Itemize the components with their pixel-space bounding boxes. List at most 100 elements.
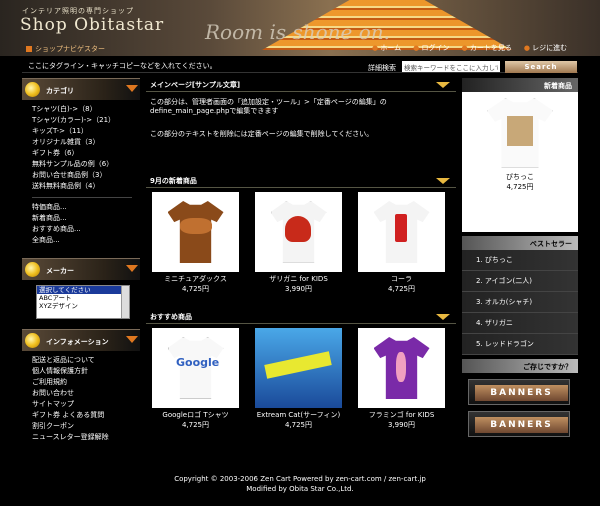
shop-logo[interactable]: Shop Obitastar <box>20 15 164 35</box>
category-item[interactable]: オリジナル雑貨（3） <box>32 137 140 148</box>
info-item[interactable]: サイトマップ <box>32 399 140 410</box>
new-products-row: ミニチュアダックス 4,725円 ザリガニ for KIDS 3,990円 コー… <box>146 188 456 310</box>
category-item[interactable]: 無料サンプル品の例（6） <box>32 159 140 170</box>
product-image[interactable] <box>255 192 342 272</box>
google-logo: Google <box>176 356 220 369</box>
scrollbar[interactable] <box>121 286 129 318</box>
product-name[interactable]: コーラ <box>358 274 445 284</box>
info-item[interactable]: 配送と返品について <box>32 355 140 366</box>
product-image[interactable] <box>358 192 445 272</box>
search-button[interactable]: Search <box>505 61 577 73</box>
product-image[interactable] <box>152 192 239 272</box>
product-card[interactable]: ザリガニ for KIDS 3,990円 <box>255 192 342 310</box>
product-price: 3,990円 <box>284 285 313 293</box>
featured-row: Google Googleロゴ Tシャツ 4,725円 Extream Cat(… <box>146 324 456 430</box>
product-price: 4,725円 <box>181 285 210 293</box>
category-item[interactable]: お問い合せ商品例（3） <box>32 170 140 181</box>
category-item[interactable]: Tシャツ(カラー)->（21） <box>32 115 140 126</box>
new-products-title: 9月の新着商品 <box>150 177 197 185</box>
product-card[interactable]: Google Googleロゴ Tシャツ 4,725円 <box>152 328 239 430</box>
category-item[interactable]: ギフト券（6） <box>32 148 140 159</box>
main-page-text: この部分は、管理者画面の「追加設定・ツール」>「定番ページの編集」の defin… <box>146 92 456 174</box>
product-image[interactable]: Google <box>152 328 239 408</box>
top-nav: ホーム ログイン カートを見る レジに進む <box>372 43 567 53</box>
product-price: 4,725円 <box>284 421 313 429</box>
special-link[interactable]: 特価商品... <box>32 202 140 213</box>
orb-icon <box>25 333 40 348</box>
banner-label[interactable]: BANNERS <box>475 417 568 433</box>
bestseller-item[interactable]: 2. アイゴン(二人) <box>462 271 578 292</box>
copyright: Copyright © 2003-2006 Zen Cart Powered b… <box>174 475 426 483</box>
banner[interactable]: BANNERS <box>468 379 570 405</box>
bestseller-item[interactable]: 1. ぴちっこ <box>462 250 578 271</box>
maker-option[interactable]: XYZデザイン <box>37 302 129 310</box>
info-item[interactable]: ご利用規約 <box>32 377 140 388</box>
orb-icon <box>25 82 40 97</box>
all-products-link[interactable]: 全商品... <box>32 235 140 246</box>
arrow-down-icon <box>126 336 138 343</box>
arrow-down-icon <box>126 265 138 272</box>
product-price: 3,990円 <box>387 421 416 429</box>
product-name[interactable]: フラミンゴ for KIDS <box>358 410 445 420</box>
nav-checkout[interactable]: レジに進む <box>524 43 567 53</box>
product-name[interactable]: ザリガニ for KIDS <box>255 274 342 284</box>
category-title: カテゴリ <box>46 87 74 95</box>
advanced-search-link[interactable]: 詳細検索 <box>368 63 396 73</box>
product-name[interactable]: ぴちっこ <box>462 172 578 182</box>
main-page-header: メインページ[サンプル文章] <box>146 78 456 92</box>
category-item[interactable]: キッズT->（11） <box>32 126 140 137</box>
product-image[interactable] <box>358 328 445 408</box>
main-paragraph: この部分は、管理者画面の「追加設定・ツール」>「定番ページの編集」の defin… <box>150 98 387 115</box>
product-name[interactable]: Googleロゴ Tシャツ <box>152 410 239 420</box>
info-item[interactable]: ニュースレター登録解除 <box>32 432 140 443</box>
maker-option[interactable]: ABCアート <box>37 294 129 302</box>
sidebar-new-header: 新着商品 <box>462 78 578 92</box>
main-paragraph: この部分のテキストを削除には定番ページの編集で削除してください。 <box>150 130 374 138</box>
footer: Copyright © 2003-2006 Zen Cart Powered b… <box>0 474 600 494</box>
banner[interactable]: BANNERS <box>468 411 570 437</box>
arrow-down-icon <box>436 178 450 184</box>
product-card[interactable]: Extream Cat(サーフィン) 4,725円 <box>255 328 342 430</box>
nav-cart[interactable]: カートを見る <box>461 43 512 53</box>
featured-link[interactable]: おすすめ商品... <box>32 224 140 235</box>
slogan-image: Room is shone on. <box>205 20 391 44</box>
nav-home[interactable]: ホーム <box>372 43 401 53</box>
product-price: 4,725円 <box>387 285 416 293</box>
square-icon <box>26 46 32 52</box>
info-item[interactable]: ギフト券 よくある質問 <box>32 410 140 421</box>
maker-option-selected[interactable]: 選択してください <box>37 286 129 294</box>
nav-login[interactable]: ログイン <box>413 43 449 53</box>
product-name[interactable]: Extream Cat(サーフィン) <box>255 410 342 420</box>
bestseller-item[interactable]: 4. ザリガニ <box>462 313 578 334</box>
right-sidebar: 新着商品 ぴちっこ 4,725円 ベストセラー 1. ぴちっこ 2. アイゴン(… <box>462 78 578 437</box>
bestseller-header: ベストセラー <box>462 236 578 250</box>
banner-label[interactable]: BANNERS <box>475 385 568 401</box>
sidebar-new-product[interactable]: ぴちっこ 4,725円 <box>462 92 578 232</box>
maker-header: メーカー <box>22 258 140 280</box>
search-input[interactable] <box>402 61 500 72</box>
bestseller-item[interactable]: 3. オルカ(シャチ) <box>462 292 578 313</box>
info-item[interactable]: お問い合わせ <box>32 388 140 399</box>
info-item[interactable]: 個人情報保護方針 <box>32 366 140 377</box>
info-item[interactable]: 割引クーポン <box>32 421 140 432</box>
category-item[interactable]: Tシャツ(白)->（8） <box>32 104 140 115</box>
product-image[interactable] <box>487 98 553 168</box>
category-list: Tシャツ(白)->（8） Tシャツ(カラー)->（21） キッズT->（11） … <box>22 100 140 250</box>
bestseller-list: 1. ぴちっこ 2. アイゴン(二人) 3. オルカ(シャチ) 4. ザリガニ … <box>462 250 578 355</box>
product-image[interactable] <box>255 328 342 408</box>
new-products-link[interactable]: 新着商品... <box>32 213 140 224</box>
breadcrumb-label[interactable]: ショップナビゲスター <box>35 45 105 53</box>
info-title: インフォメーション <box>46 338 109 346</box>
banner-header: ご存じですか？ <box>462 359 578 373</box>
arrow-down-icon <box>436 314 450 320</box>
featured-header: おすすめ商品 <box>146 310 456 324</box>
product-card[interactable]: フラミンゴ for KIDS 3,990円 <box>358 328 445 430</box>
bestseller-item[interactable]: 5. レッドドラゴン <box>462 334 578 355</box>
category-item[interactable]: 送料無料商品例（4） <box>32 181 140 192</box>
product-card[interactable]: ミニチュアダックス 4,725円 <box>152 192 239 310</box>
info-list: 配送と返品について 個人情報保護方針 ご利用規約 お問い合わせ サイトマップ ギ… <box>22 351 140 447</box>
main-content: メインページ[サンプル文章] この部分は、管理者画面の「追加設定・ツール」>「定… <box>146 78 456 430</box>
product-name[interactable]: ミニチュアダックス <box>152 274 239 284</box>
maker-select[interactable]: 選択してください ABCアート XYZデザイン <box>36 285 130 319</box>
product-card[interactable]: コーラ 4,725円 <box>358 192 445 310</box>
